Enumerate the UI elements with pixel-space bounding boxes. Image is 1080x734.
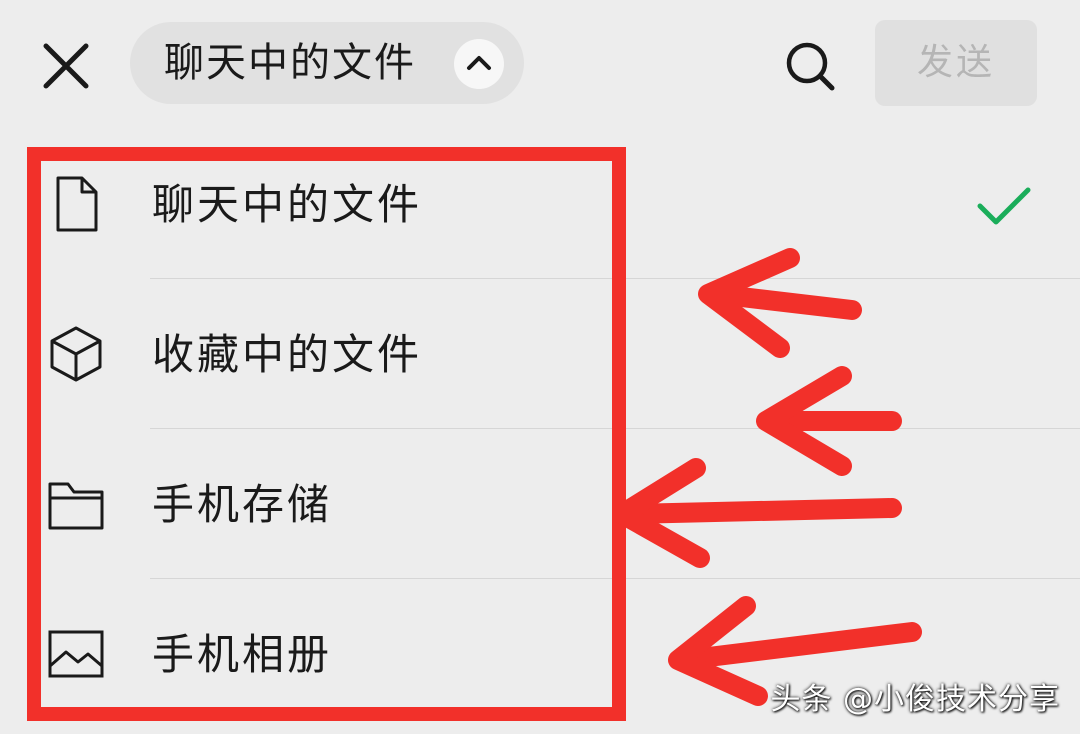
menu-item-label: 手机相册 [152,630,333,679]
divider [150,278,1080,279]
source-selector[interactable]: 聊天中的文件 [130,22,524,104]
close-button[interactable] [36,36,96,96]
menu-item-label: 收藏中的文件 [152,330,423,379]
divider [150,428,1080,429]
close-icon [43,43,89,89]
image-icon [48,630,104,678]
document-icon [56,176,98,232]
menu-item-chat-files[interactable]: 聊天中的文件 [0,130,1080,280]
check-icon [977,187,1031,225]
menu-item-favorite-files[interactable]: 收藏中的文件 [0,280,1080,430]
divider [150,578,1080,579]
chevron-up-button[interactable] [454,39,504,89]
search-button[interactable] [782,38,838,94]
source-menu: 聊天中的文件 收藏中的文件 手机存储 手机相册 [0,130,1080,734]
source-selector-label: 聊天中的文件 [164,40,416,86]
folder-icon [48,482,104,530]
cube-icon [50,326,102,382]
menu-item-label: 手机存储 [152,480,333,529]
menu-item-label: 聊天中的文件 [152,180,423,229]
search-icon [786,42,835,91]
send-button[interactable]: 发送 [875,20,1037,106]
menu-item-phone-storage[interactable]: 手机存储 [0,430,1080,580]
chevron-up-icon [467,56,491,70]
top-bar: 聊天中的文件 发送 [0,0,1080,130]
watermark: 头条 @小俊技术分享 [770,682,1060,717]
